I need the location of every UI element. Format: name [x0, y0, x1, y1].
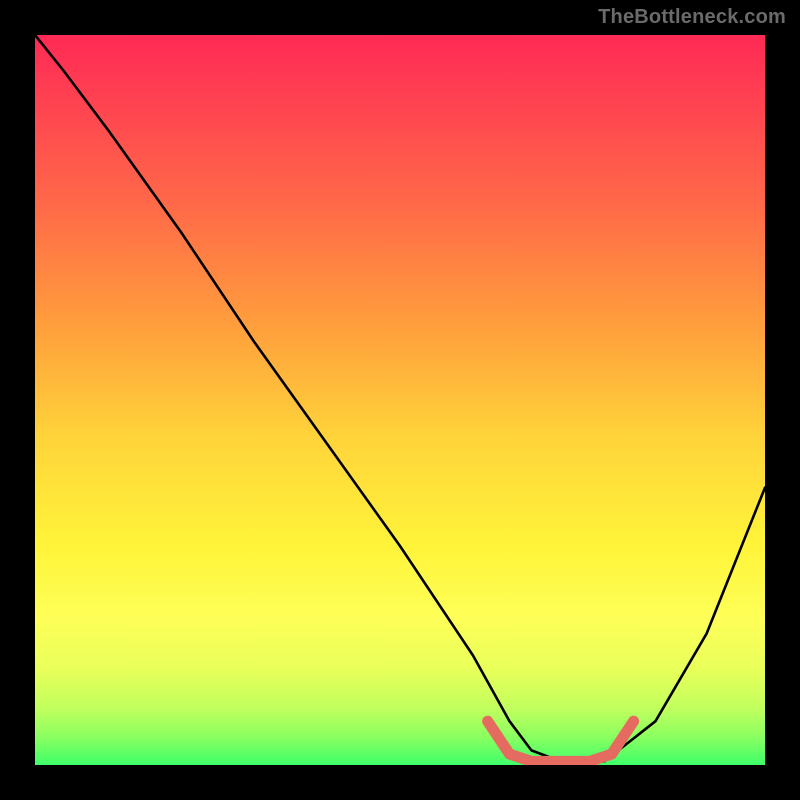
- plot-area: [35, 35, 765, 765]
- chart-container: TheBottleneck.com: [0, 0, 800, 800]
- gradient-background: [35, 35, 765, 765]
- watermark-label: TheBottleneck.com: [598, 6, 786, 29]
